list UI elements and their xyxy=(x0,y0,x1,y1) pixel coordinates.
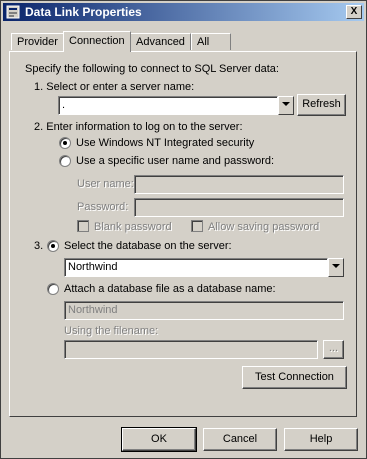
dialog-window: Data Link Properties X Provider Connecti… xyxy=(0,0,367,459)
ok-button[interactable]: OK xyxy=(121,427,197,452)
select-database-label: Select the database on the server: xyxy=(64,240,232,252)
chevron-down-icon xyxy=(332,264,340,268)
allow-saving-checkbox[interactable] xyxy=(191,220,203,232)
step1-label: 1. Select or enter a server name: xyxy=(34,81,195,93)
database-dropdown-button[interactable] xyxy=(328,258,344,277)
user-name-label: User name: xyxy=(77,178,134,190)
server-dropdown-button[interactable] xyxy=(278,96,294,115)
refresh-button[interactable]: Refresh xyxy=(297,94,346,116)
tab-advanced[interactable]: Advanced xyxy=(130,33,191,50)
data-link-icon xyxy=(6,5,20,19)
windows-nt-label: Use Windows NT Integrated security xyxy=(76,137,255,149)
tab-provider[interactable]: Provider xyxy=(11,33,64,50)
step2-label: 2. Enter information to log on to the se… xyxy=(34,121,243,133)
tab-connection[interactable]: Connection xyxy=(63,31,131,52)
password-label: Password: xyxy=(77,201,129,213)
attach-name-input[interactable]: Northwind xyxy=(64,301,344,320)
allow-saving-label: Allow saving password xyxy=(208,221,320,233)
intro-label: Specify the following to connect to SQL … xyxy=(25,63,279,75)
attach-file-radio[interactable] xyxy=(47,283,59,295)
step3-label: 3. xyxy=(34,240,44,252)
windows-nt-radio[interactable] xyxy=(59,137,71,149)
blank-password-checkbox[interactable] xyxy=(77,220,89,232)
using-filename-label: Using the filename: xyxy=(64,325,159,337)
close-button[interactable]: X xyxy=(346,5,362,19)
tab-all[interactable]: All xyxy=(191,33,231,50)
test-connection-button[interactable]: Test Connection xyxy=(242,366,347,389)
cancel-button[interactable]: Cancel xyxy=(203,428,277,451)
server-name-combobox[interactable]: . xyxy=(58,96,278,115)
title-bar[interactable]: Data Link Properties X xyxy=(3,3,364,21)
browse-button[interactable]: ... xyxy=(323,340,344,359)
select-database-radio[interactable] xyxy=(47,240,59,252)
user-name-input[interactable] xyxy=(134,175,344,194)
specific-user-label: Use a specific user name and password: xyxy=(76,155,275,167)
help-button[interactable]: Help xyxy=(284,428,358,451)
filename-input[interactable] xyxy=(64,340,318,359)
password-input[interactable] xyxy=(134,198,344,217)
blank-password-label: Blank password xyxy=(94,221,172,233)
specific-user-radio[interactable] xyxy=(59,155,71,167)
window-title: Data Link Properties xyxy=(25,5,142,19)
chevron-down-icon xyxy=(282,102,290,106)
database-combobox[interactable]: Northwind xyxy=(64,258,328,277)
attach-file-label: Attach a database file as a database nam… xyxy=(64,283,276,295)
